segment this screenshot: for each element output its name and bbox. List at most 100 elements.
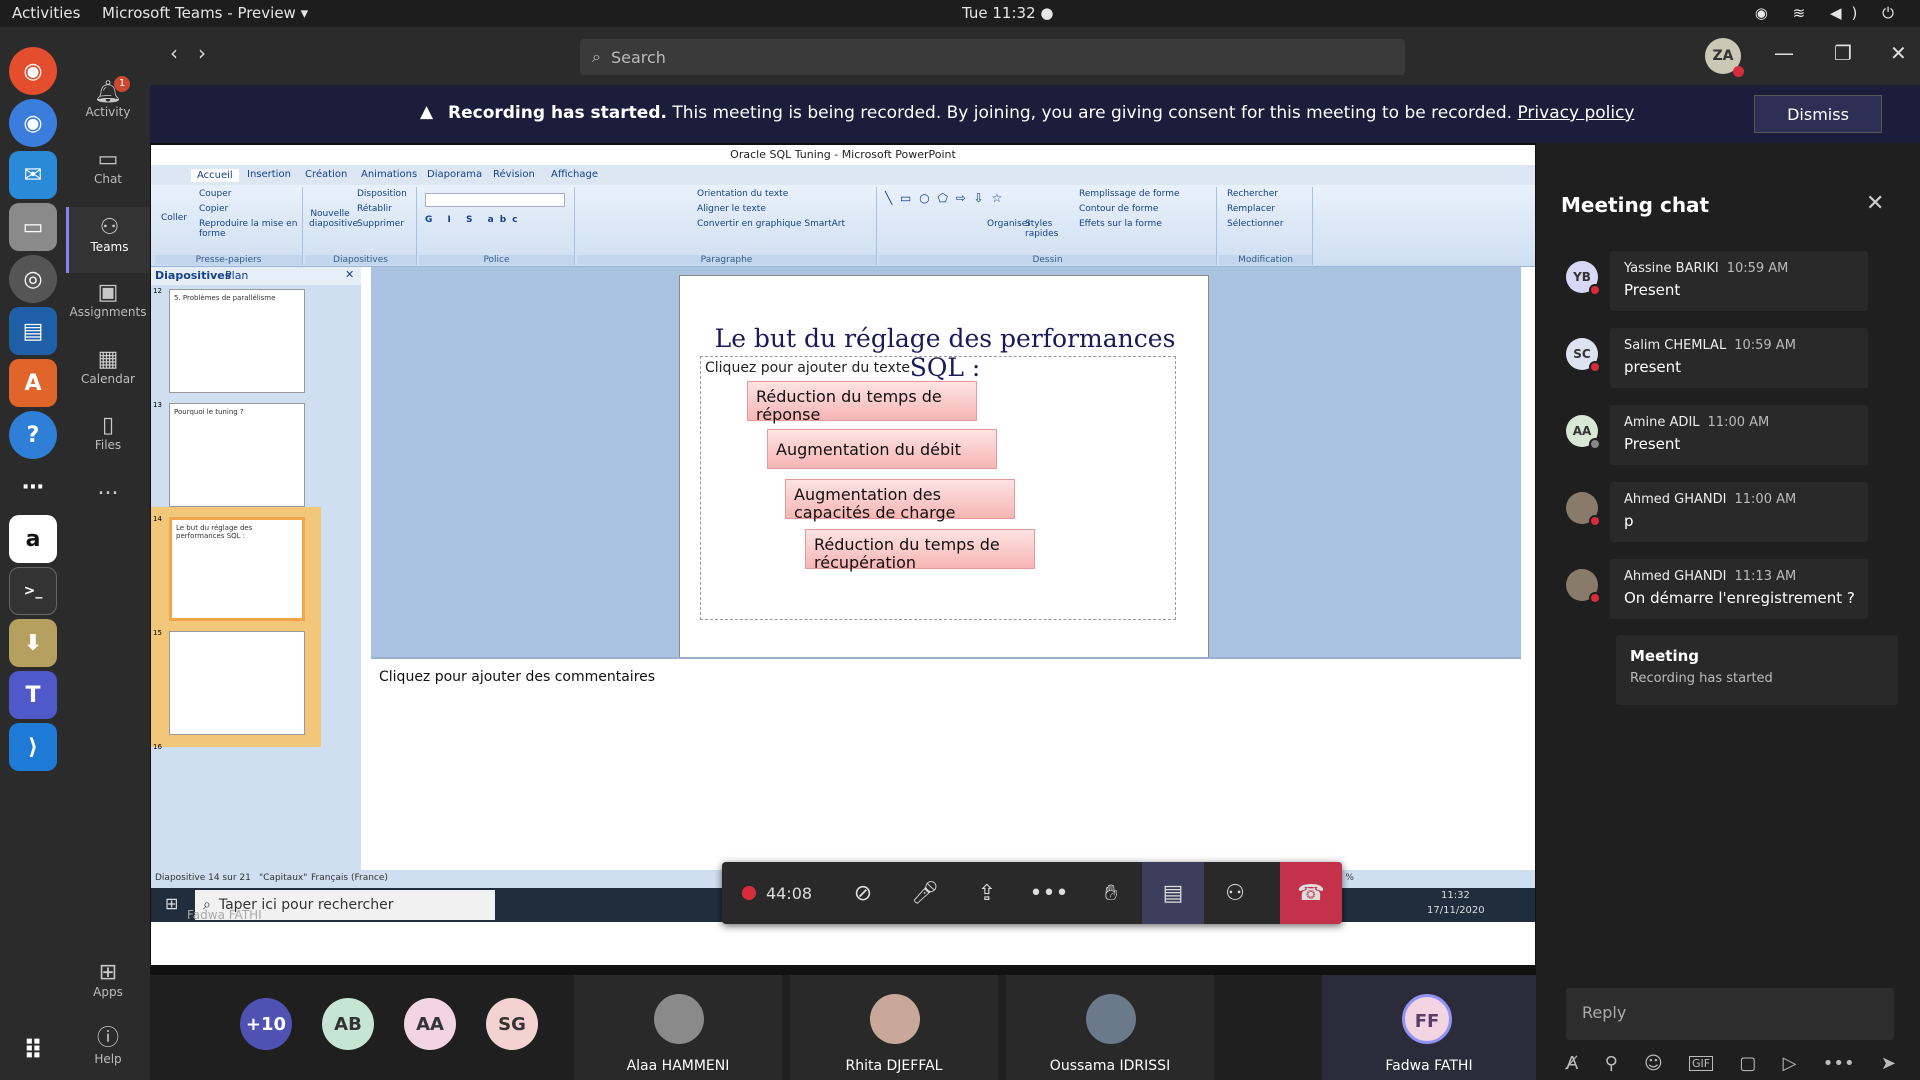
- show-applications-icon[interactable]: ⠿: [9, 1027, 57, 1075]
- text-orientation-button[interactable]: Orientation du texte: [697, 189, 788, 199]
- language[interactable]: Français (France): [311, 873, 388, 883]
- reset-button[interactable]: Rétablir: [357, 204, 392, 214]
- participant-avatar[interactable]: SG: [486, 998, 538, 1050]
- rail-calendar[interactable]: ▦ Calendar: [66, 339, 150, 405]
- step-1[interactable]: Réduction du temps de réponse: [747, 381, 977, 424]
- chat-toggle-icon[interactable]: ▤: [1142, 862, 1204, 924]
- tab-affichage[interactable]: Affichage: [551, 169, 598, 180]
- privacy-policy-link[interactable]: Privacy policy: [1517, 103, 1634, 123]
- notes-pane[interactable]: Cliquez pour ajouter des commentaires: [371, 657, 1521, 870]
- system-clock[interactable]: Tue 11:32 ●: [962, 4, 1053, 22]
- paste-button[interactable]: Coller: [161, 213, 187, 223]
- participants-icon[interactable]: ⚇: [1204, 862, 1266, 924]
- more-options-icon[interactable]: •••: [1018, 862, 1080, 924]
- new-slide-button[interactable]: Nouvelle diapositive: [309, 209, 358, 229]
- rail-apps[interactable]: ⊞ Apps: [66, 952, 150, 1018]
- thunderbird-icon[interactable]: ✉: [9, 151, 57, 199]
- sticker-icon[interactable]: ▢: [1739, 1053, 1756, 1074]
- meet-now-icon[interactable]: ▷: [1783, 1053, 1797, 1074]
- writer-icon[interactable]: ▤: [9, 307, 57, 355]
- copy-button[interactable]: Copier: [199, 204, 228, 214]
- share-screen-icon[interactable]: ⇪: [956, 862, 1018, 924]
- slide-thumb-13[interactable]: Pourquoi le tuning ?: [169, 403, 305, 507]
- message-bubble[interactable]: Ahmed GHANDI 11:13 AM On démarre l'enregi…: [1610, 559, 1868, 619]
- tab-plan[interactable]: Plan: [225, 269, 248, 282]
- amazon-icon[interactable]: a: [9, 515, 57, 563]
- minimize-icon[interactable]: —: [1774, 41, 1794, 65]
- font-format-buttons[interactable]: G I S abc: [425, 215, 523, 225]
- participant-tile[interactable]: Oussama IDRISSI: [1006, 975, 1214, 1080]
- rail-help[interactable]: ⓘ Help: [66, 1012, 150, 1078]
- tab-animations[interactable]: Animations: [361, 169, 417, 180]
- chrome-icon[interactable]: ◉: [9, 47, 57, 95]
- message-bubble[interactable]: Amine ADIL 11:00 AM Present: [1610, 405, 1868, 465]
- rail-assignments[interactable]: ▣ Assignments: [66, 272, 150, 338]
- select-button[interactable]: Sélectionner: [1227, 219, 1283, 229]
- cut-button[interactable]: Couper: [199, 189, 231, 199]
- more-participants[interactable]: +10: [240, 998, 292, 1050]
- rail-more[interactable]: ...: [66, 467, 150, 533]
- tab-insertion[interactable]: Insertion: [247, 169, 291, 180]
- layout-button[interactable]: Disposition: [357, 189, 407, 199]
- rhythmbox-icon[interactable]: ◎: [9, 255, 57, 303]
- terminal-icon[interactable]: >_: [9, 567, 57, 615]
- activities-button[interactable]: Activities: [12, 4, 80, 22]
- raise-hand-icon[interactable]: ✋︎: [1080, 862, 1142, 924]
- font-selector[interactable]: [425, 193, 565, 207]
- software-center-icon[interactable]: A: [9, 359, 57, 407]
- rail-chat[interactable]: ▭ Chat: [66, 139, 150, 205]
- shape-outline-button[interactable]: Contour de forme: [1079, 204, 1158, 214]
- more-apps-icon[interactable]: ⋯: [9, 463, 57, 511]
- emoji-icon[interactable]: ☺: [1644, 1053, 1663, 1074]
- quick-styles-button[interactable]: Styles rapides: [1025, 219, 1058, 239]
- meeting-event-card[interactable]: Meeting Recording has started: [1616, 635, 1898, 705]
- participant-tile[interactable]: Alaa HAMMENI: [574, 975, 782, 1080]
- message-bubble[interactable]: Salim CHEMLAL 10:59 AM present: [1610, 328, 1868, 388]
- more-icon[interactable]: •••: [1823, 1053, 1855, 1074]
- teams-icon[interactable]: T: [9, 671, 57, 719]
- find-button[interactable]: Rechercher: [1227, 189, 1278, 199]
- system-tray-icons[interactable]: ◉ ≋ ◀) ⏻: [1755, 4, 1904, 22]
- smartart-button[interactable]: Convertir en graphique SmartArt: [697, 219, 845, 229]
- tab-diapositives[interactable]: Diapositives: [155, 269, 231, 282]
- chromium-icon[interactable]: ◉: [9, 99, 57, 147]
- tab-revision[interactable]: Révision: [493, 169, 535, 180]
- step-2[interactable]: Augmentation du débit: [767, 429, 997, 469]
- help-icon[interactable]: ?: [9, 411, 57, 459]
- close-icon[interactable]: ✕: [1890, 41, 1907, 65]
- vscode-icon[interactable]: ⟩: [9, 723, 57, 771]
- participant-tile[interactable]: Rhita DJEFFAL: [790, 975, 998, 1080]
- message-bubble[interactable]: Yassine BARIKI 10:59 AM Present: [1610, 251, 1868, 311]
- app-menu[interactable]: Microsoft Teams - Preview ▾: [102, 4, 308, 22]
- tab-accueil[interactable]: Accueil: [191, 169, 239, 182]
- step-3[interactable]: Augmentation des capacités de charge: [785, 479, 1015, 522]
- back-arrow-icon[interactable]: ‹: [170, 41, 178, 65]
- tab-creation[interactable]: Création: [305, 169, 347, 180]
- step-4[interactable]: Réduction du temps de récupération: [805, 529, 1035, 572]
- reply-input[interactable]: Reply: [1566, 988, 1894, 1040]
- tab-diaporama[interactable]: Diaporama: [427, 169, 482, 180]
- shape-fill-button[interactable]: Remplissage de forme: [1079, 189, 1180, 199]
- forward-arrow-icon[interactable]: ›: [198, 41, 206, 65]
- send-icon[interactable]: ➤: [1881, 1053, 1896, 1074]
- slide-thumb-15[interactable]: [169, 631, 305, 735]
- archive-icon[interactable]: ⬇: [9, 619, 57, 667]
- rail-teams[interactable]: ⚇ Teams: [66, 207, 150, 273]
- attach-icon[interactable]: ⚲: [1605, 1053, 1618, 1074]
- shape-effects-button[interactable]: Effets sur la forme: [1079, 219, 1162, 229]
- shapes-gallery[interactable]: ╲ ▭ ○ ⬠ ⇨ ⇩ ☆: [885, 191, 1004, 205]
- close-pane-icon[interactable]: ✕: [345, 268, 354, 281]
- participant-tile-self[interactable]: FF Fadwa FATHI: [1322, 975, 1536, 1080]
- format-icon[interactable]: A̸: [1566, 1053, 1578, 1074]
- gif-icon[interactable]: GIF: [1689, 1055, 1714, 1071]
- current-slide[interactable]: Le but du réglage des performances SQL :…: [679, 275, 1209, 667]
- content-placeholder[interactable]: Cliquez pour ajouter du texte Réduction …: [700, 356, 1176, 620]
- file-manager-icon[interactable]: ▭: [9, 203, 57, 251]
- restore-icon[interactable]: ❐: [1834, 41, 1852, 65]
- participant-avatar[interactable]: AB: [322, 998, 374, 1050]
- windows-start-icon[interactable]: ⊞: [165, 894, 178, 913]
- camera-off-icon[interactable]: ⊘: [832, 862, 894, 924]
- participant-avatar[interactable]: AA: [404, 998, 456, 1050]
- replace-button[interactable]: Remplacer: [1227, 204, 1275, 214]
- format-painter-button[interactable]: Reproduire la mise en forme: [199, 219, 302, 239]
